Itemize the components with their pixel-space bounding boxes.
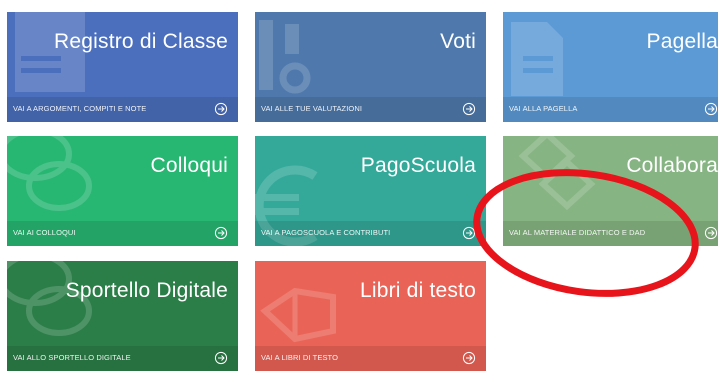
tile-footer-label: VAI A LIBRI DI TESTO bbox=[261, 353, 339, 362]
tile-title: Sportello Digitale bbox=[65, 279, 228, 302]
arrow-right-circle-icon bbox=[462, 226, 476, 240]
tile-footer-label: VAI AL MATERIALE DIDATTICO E DAD bbox=[509, 228, 646, 237]
tile-title: PagoScuola bbox=[360, 154, 476, 177]
arrow-right-circle-icon bbox=[214, 226, 228, 240]
tile-registro-di-classe[interactable]: Registro di Classe VAI A ARGOMENTI, COMP… bbox=[7, 12, 238, 122]
tile-pagella[interactable]: Pagella VAI ALLA PAGELLA bbox=[503, 12, 718, 122]
tile-footer-link[interactable]: VAI ALLE TUE VALUTAZIONI bbox=[255, 97, 486, 122]
tile-sportello-digitale[interactable]: Sportello Digitale VAI ALLO SPORTELLO DI… bbox=[7, 261, 238, 371]
tile-footer-label: VAI A PAGOSCUOLA E CONTRIBUTI bbox=[261, 228, 391, 237]
tile-footer-link[interactable]: VAI A LIBRI DI TESTO bbox=[255, 346, 486, 371]
tile-title: Libri di testo bbox=[359, 279, 476, 302]
arrow-right-circle-icon bbox=[704, 102, 718, 116]
tile-colloqui[interactable]: Colloqui VAI AI COLLOQUI bbox=[7, 136, 238, 246]
arrow-right-circle-icon bbox=[462, 102, 476, 116]
tile-footer-label: VAI AI COLLOQUI bbox=[13, 228, 76, 237]
tile-pagoscuola[interactable]: PagoScuola VAI A PAGOSCUOLA E CONTRIBUTI bbox=[255, 136, 486, 246]
tile-footer-link[interactable]: VAI AI COLLOQUI bbox=[7, 221, 238, 246]
tile-footer-label: VAI A ARGOMENTI, COMPITI E NOTE bbox=[13, 104, 147, 113]
tile-title: Colloqui bbox=[150, 154, 228, 177]
tile-collabora[interactable]: Collabora VAI AL MATERIALE DIDATTICO E D… bbox=[503, 136, 718, 246]
tile-title: Voti bbox=[440, 30, 476, 53]
tile-footer-link[interactable]: VAI A ARGOMENTI, COMPITI E NOTE bbox=[7, 97, 238, 122]
tile-footer-link[interactable]: VAI ALLO SPORTELLO DIGITALE bbox=[7, 346, 238, 371]
tile-libri-di-testo[interactable]: Libri di testo VAI A LIBRI DI TESTO bbox=[255, 261, 486, 371]
tile-footer-link[interactable]: VAI A PAGOSCUOLA E CONTRIBUTI bbox=[255, 221, 486, 246]
tile-footer-label: VAI ALLO SPORTELLO DIGITALE bbox=[13, 353, 131, 362]
tile-footer-label: VAI ALLA PAGELLA bbox=[509, 104, 578, 113]
tile-title: Collabora bbox=[626, 154, 718, 177]
tile-footer-link[interactable]: VAI ALLA PAGELLA bbox=[503, 97, 718, 122]
arrow-right-circle-icon bbox=[704, 226, 718, 240]
tile-footer-label: VAI ALLE TUE VALUTAZIONI bbox=[261, 104, 363, 113]
tile-footer-link[interactable]: VAI AL MATERIALE DIDATTICO E DAD bbox=[503, 221, 718, 246]
tile-voti[interactable]: Voti VAI ALLE TUE VALUTAZIONI bbox=[255, 12, 486, 122]
tile-title: Pagella bbox=[646, 30, 718, 53]
tile-title: Registro di Classe bbox=[54, 30, 228, 53]
arrow-right-circle-icon bbox=[214, 102, 228, 116]
